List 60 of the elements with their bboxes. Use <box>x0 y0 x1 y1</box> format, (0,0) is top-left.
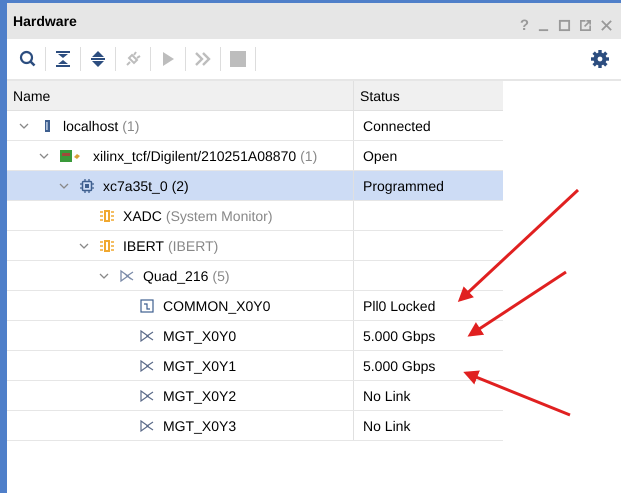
tree-row[interactable]: MGT_X0Y2 No Link <box>7 381 503 411</box>
node-name: MGT_X0Y3 <box>163 418 236 434</box>
tree-row[interactable]: XADC (System Monitor) <box>7 201 503 231</box>
core-icon <box>99 238 115 254</box>
tree-row[interactable]: MGT_X0Y3 No Link <box>7 411 503 441</box>
column-header[interactable]: Status <box>353 81 503 110</box>
collapse-all-icon <box>53 49 73 69</box>
chevron-icon[interactable] <box>99 270 109 280</box>
node-name: MGT_X0Y1 <box>163 358 236 374</box>
maximize-icon[interactable] <box>558 18 571 32</box>
tree-row[interactable]: MGT_X0Y0 5.000 Gbps <box>7 321 503 351</box>
node-name: COMMON_X0Y0 <box>163 298 270 314</box>
transceiver-icon <box>139 418 155 434</box>
node-name: IBERT <box>123 238 164 254</box>
chevron-icon[interactable] <box>39 150 49 160</box>
tree-row[interactable]: IBERT (IBERT) <box>7 231 503 261</box>
window-title: Hardware <box>13 13 78 29</box>
float-window-icon[interactable] <box>579 18 592 32</box>
transceiver-group-icon <box>119 268 135 284</box>
node-name: xc7a35t_0 <box>103 178 168 194</box>
tree-row[interactable]: Quad_216 (5) <box>7 261 503 291</box>
node-count: (2) <box>172 178 189 194</box>
core-icon <box>99 208 115 224</box>
node-name: localhost <box>63 118 118 134</box>
node-count: (IBERT) <box>168 238 218 254</box>
stop-icon <box>228 49 248 69</box>
node-count: (1) <box>122 118 140 134</box>
node-count: (5) <box>212 268 230 284</box>
status-text: 5.000 Gbps <box>363 328 436 344</box>
status-text: Programmed <box>363 178 444 194</box>
expand-all-icon <box>88 49 108 69</box>
node-name: XADC <box>123 208 162 224</box>
transceiver-icon <box>139 388 155 404</box>
column-header[interactable]: Name <box>7 81 353 110</box>
tree-row[interactable]: localhost (1) Connected <box>7 111 503 141</box>
status-text: No Link <box>363 418 410 434</box>
settings-icon <box>590 49 610 69</box>
close-icon[interactable] <box>600 18 613 32</box>
status-text: Connected <box>363 118 431 134</box>
chip-icon <box>79 178 95 194</box>
tree-row[interactable]: COMMON_X0Y0 Pll0 Locked <box>7 291 503 321</box>
clock-source-icon <box>139 298 155 314</box>
chevron-icon[interactable] <box>19 120 29 130</box>
chevron-icon[interactable] <box>59 180 69 190</box>
node-name: MGT_X0Y2 <box>163 388 236 404</box>
node-name: Quad_216 <box>143 268 208 284</box>
node-count: (1) <box>300 148 318 164</box>
node-count: (System Monitor) <box>166 208 272 224</box>
status-text: No Link <box>363 388 410 404</box>
status-text: 5.000 Gbps <box>363 358 436 374</box>
search-icon <box>18 49 38 69</box>
transceiver-icon <box>139 328 155 344</box>
status-text: Pll0 Locked <box>363 298 436 314</box>
status-text: Open <box>363 148 398 164</box>
node-name: xilinx_tcf/Digilent/210251A08870 <box>93 148 296 164</box>
transceiver-icon <box>139 358 155 374</box>
node-name: MGT_X0Y0 <box>163 328 236 344</box>
chevron-icon[interactable] <box>79 240 89 250</box>
tree-row[interactable]: xc7a35t_0 (2) Programmed <box>7 171 503 201</box>
tree-row[interactable]: MGT_X0Y1 5.000 Gbps <box>7 351 503 381</box>
